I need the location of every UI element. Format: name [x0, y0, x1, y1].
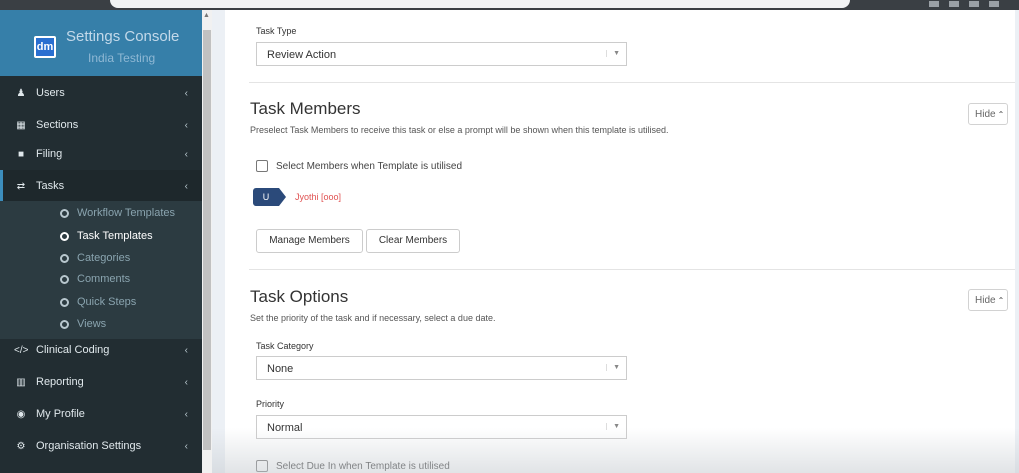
brand-header: dm Settings Console India Testing — [0, 10, 202, 76]
user-icon: ♟ — [16, 87, 26, 99]
section-divider — [249, 269, 1015, 270]
checkbox[interactable] — [256, 460, 268, 472]
submenu-item-categories[interactable]: Categories — [0, 247, 202, 269]
chevron-left-icon: ‹ — [184, 119, 188, 131]
section-divider — [249, 82, 1015, 83]
member-name: Jyothi [ooo] — [295, 192, 342, 202]
sidebar-item-users[interactable]: ♟ Users ‹ — [0, 77, 202, 109]
folder-icon: ■ — [17, 148, 25, 160]
task-options-description: Set the priority of the task and if nece… — [250, 313, 496, 323]
sidebar-item-label: Filing — [36, 148, 63, 160]
sidebar-item-label: Tasks — [36, 180, 65, 192]
app-logo: dm — [34, 36, 56, 58]
address-bar[interactable] — [110, 0, 850, 8]
brand-title: Settings Console — [66, 28, 180, 45]
sidebar-item-reporting[interactable]: ▥ Reporting ‹ — [0, 366, 202, 398]
sidebar-item-filing[interactable]: ■ Filing ‹ — [0, 138, 202, 170]
submenu-item-task-templates[interactable]: Task Templates — [0, 225, 202, 247]
bar-chart-icon: ▥ — [16, 376, 26, 388]
submenu-item-quick-steps[interactable]: Quick Steps — [0, 291, 202, 313]
chevron-left-icon: ‹ — [184, 148, 188, 160]
clear-members-button[interactable]: Clear Members — [366, 229, 460, 253]
sidebar-item-label: Users — [36, 87, 65, 99]
sidebar-scrollbar-thumb[interactable] — [203, 30, 211, 450]
browser-toolbar — [0, 0, 1019, 10]
task-members-description: Preselect Task Members to receive this t… — [250, 125, 669, 135]
circle-icon — [60, 319, 69, 329]
template-form-panel: Task Type Review Action ▼ Task Members P… — [225, 10, 1015, 473]
chevron-left-icon: ‹ — [184, 440, 188, 452]
cogs-icon: ⚙ — [16, 440, 26, 452]
task-members-title: Task Members — [250, 99, 361, 118]
tasks-submenu: Workflow Templates Task Templates Catego… — [0, 201, 202, 339]
sidebar-item-tasks[interactable]: ⇄ Tasks ‹ — [0, 170, 202, 202]
task-members-hide-button[interactable]: Hide ⌃ — [968, 103, 1008, 125]
sidebar-item-organisation-settings[interactable]: ⚙ Organisation Settings ‹ — [0, 430, 202, 462]
browser-extension-icons — [929, 1, 999, 7]
submenu-item-workflow-templates[interactable]: Workflow Templates — [0, 202, 202, 224]
caret-down-icon: ▼ — [606, 50, 620, 57]
circle-icon — [60, 274, 69, 284]
task-type-label: Task Type — [256, 26, 297, 36]
sidebar-item-clinical-coding[interactable]: </> Clinical Coding ‹ — [0, 334, 202, 366]
sidebar-item-my-profile[interactable]: ◉ My Profile ‹ — [0, 398, 202, 430]
chevron-left-icon: ‹ — [184, 408, 188, 420]
task-options-hide-button[interactable]: Hide ⌃ — [968, 289, 1008, 311]
select-members-checkbox[interactable]: Select Members when Template is utilised — [256, 160, 462, 172]
task-type-select[interactable]: Review Action ▼ — [256, 42, 627, 66]
task-category-select[interactable]: None ▼ — [256, 356, 627, 380]
sidebar-item-label: Clinical Coding — [36, 344, 110, 356]
member-chip[interactable]: U Jyothi [ooo] — [253, 188, 341, 206]
scroll-up-icon[interactable]: ▲ — [203, 12, 210, 19]
chevron-left-icon: ‹ — [184, 180, 188, 192]
manage-members-button[interactable]: Manage Members — [256, 229, 363, 253]
brand-subtitle: India Testing — [88, 51, 156, 65]
sidebar-item-label: Reporting — [36, 376, 84, 388]
task-category-label: Task Category — [256, 341, 314, 351]
sidebar-item-sections[interactable]: ▦ Sections ‹ — [0, 109, 202, 141]
submenu-item-comments[interactable]: Comments — [0, 268, 202, 290]
circle-icon — [60, 253, 69, 263]
circle-icon — [60, 297, 69, 307]
sidebar: dm Settings Console India Testing ♟ User… — [0, 10, 202, 473]
priority-select[interactable]: Normal ▼ — [256, 415, 627, 439]
chevron-up-icon: ⌃ — [997, 110, 1005, 119]
sidebar-item-label: My Profile — [36, 408, 85, 420]
user-type-badge: U — [253, 188, 286, 206]
circle-icon — [60, 231, 69, 241]
code-icon: </> — [14, 344, 29, 356]
chevron-left-icon: ‹ — [184, 344, 188, 356]
exchange-icon: ⇄ — [16, 180, 26, 192]
submenu-item-views[interactable]: Views — [0, 313, 202, 335]
chevron-up-icon: ⌃ — [997, 296, 1005, 305]
sidebar-item-label: Organisation Settings — [36, 440, 142, 452]
chevron-left-icon: ‹ — [184, 376, 188, 388]
chevron-left-icon: ‹ — [184, 87, 188, 99]
caret-down-icon: ▼ — [606, 364, 620, 371]
caret-down-icon: ▼ — [606, 423, 620, 430]
profile-icon: ◉ — [16, 408, 26, 420]
main-content: Task Type Review Action ▼ Task Members P… — [212, 10, 1019, 473]
sidebar-item-label: Sections — [36, 119, 79, 131]
select-due-in-checkbox[interactable]: Select Due In when Template is utilised — [256, 460, 450, 472]
task-options-title: Task Options — [250, 287, 349, 306]
priority-label: Priority — [256, 399, 285, 409]
circle-icon — [60, 208, 69, 218]
table-icon: ▦ — [16, 119, 26, 131]
checkbox[interactable] — [256, 160, 268, 172]
